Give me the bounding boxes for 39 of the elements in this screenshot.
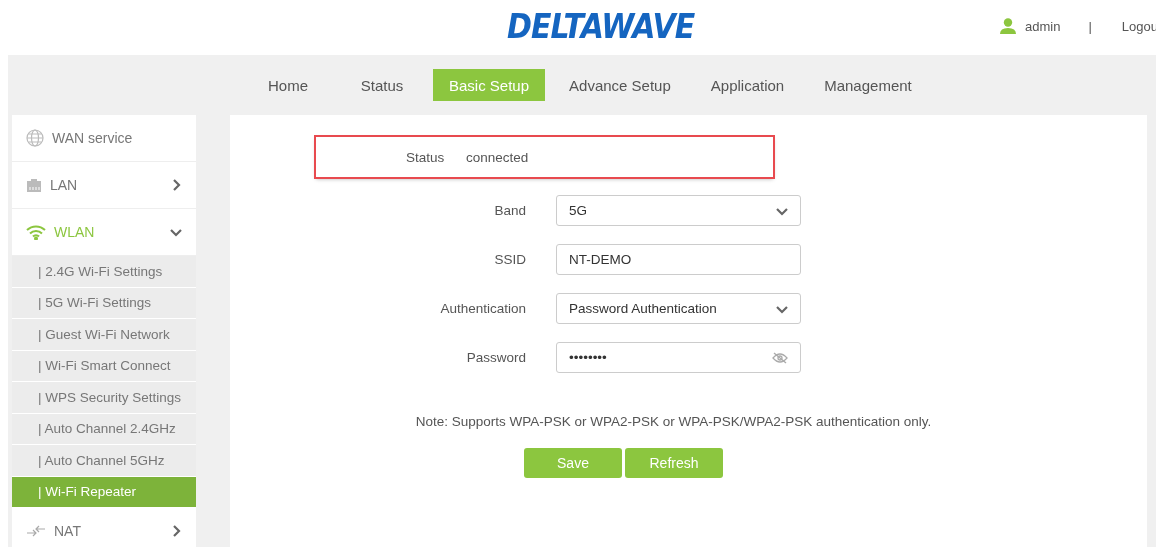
field-label: SSID	[493, 252, 527, 267]
sidebar-item[interactable]: LAN	[12, 162, 196, 209]
chevron-icon	[170, 525, 182, 537]
user-icon	[999, 18, 1018, 34]
field-label: Password	[465, 350, 527, 365]
eye-slash-icon[interactable]	[772, 351, 788, 364]
password-field[interactable]: ••••••••	[556, 342, 801, 373]
submenu-item[interactable]: | Auto Channel 5GHz	[12, 445, 196, 477]
ethernet-port-icon	[26, 177, 42, 193]
status-value: connected	[466, 149, 529, 165]
dropdown[interactable]: 5G	[556, 195, 801, 226]
submenu-item[interactable]: | 2.4G Wi-Fi Settings	[12, 256, 196, 288]
dropdown[interactable]: Password Authentication	[556, 293, 801, 324]
field-label: Band	[493, 203, 527, 218]
chevron-icon	[170, 179, 182, 191]
field-label: Authentication	[439, 301, 527, 316]
field-label: Status	[406, 149, 446, 165]
submenu-item[interactable]: | Auto Channel 2.4GHz	[12, 413, 196, 445]
input-field[interactable]: NT-DEMO	[556, 244, 801, 275]
nav-tab[interactable]: Home	[245, 69, 331, 101]
arrows-icon	[26, 524, 46, 538]
nav-tab[interactable]: Management	[808, 69, 928, 101]
chevron-icon	[170, 226, 182, 238]
wifi-icon	[26, 224, 46, 240]
nav-tab[interactable]: Application	[694, 69, 801, 101]
nav-tab[interactable]: Status	[339, 69, 425, 101]
sidebar-item[interactable]: NAT	[12, 508, 196, 547]
submenu-item[interactable]: | Wi-Fi Repeater	[12, 476, 196, 508]
nav-tab[interactable]: Advance Setup	[553, 69, 687, 101]
sidebar-item[interactable]: WAN service	[12, 115, 196, 162]
logo: DELTAWAVE	[507, 7, 695, 46]
submenu-item[interactable]: | 5G Wi-Fi Settings	[12, 287, 196, 319]
submenu-item[interactable]: | WPS Security Settings	[12, 382, 196, 414]
globe-icon	[26, 129, 44, 147]
username: admin	[1025, 18, 1061, 34]
submenu-item[interactable]: | Wi-Fi Smart Connect	[12, 350, 196, 382]
note-text: Note: Supports WPA-PSK or WPA2-PSK or WPA-PSK/WPA2-PSK authentication only.	[415, 414, 932, 429]
submenu-item[interactable]: | Guest Wi-Fi Network	[12, 319, 196, 351]
separator: |	[1088, 18, 1092, 34]
